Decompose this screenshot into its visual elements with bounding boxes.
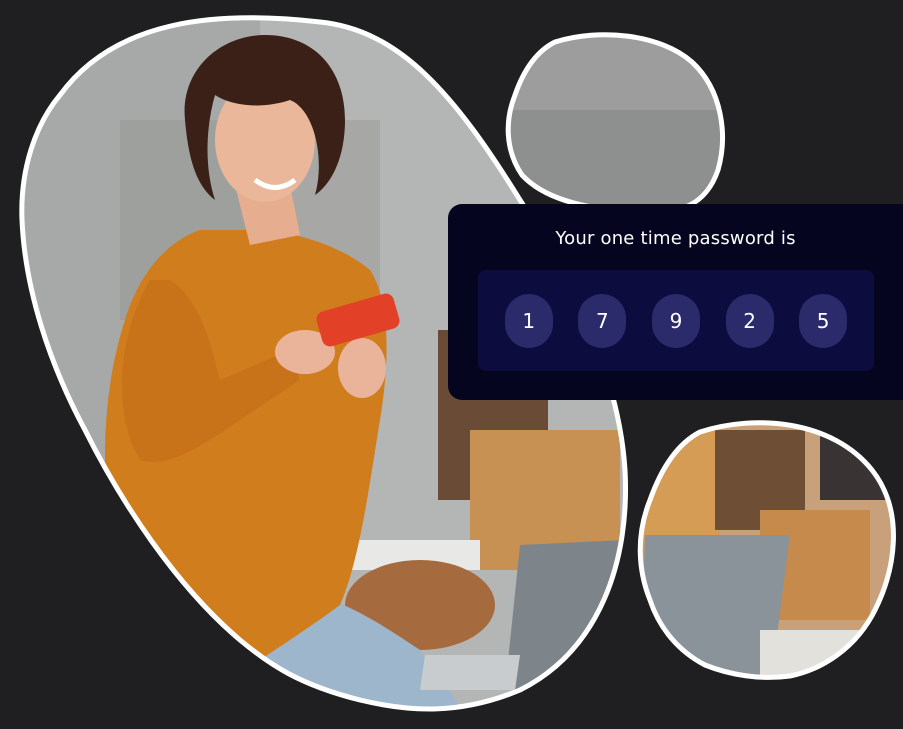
hero-illustration: Your one time password is 1 7 9 2 5: [0, 0, 903, 729]
otp-digit-3: 9: [651, 293, 700, 348]
otp-card: Your one time password is 1 7 9 2 5: [448, 204, 903, 400]
top-right-photo: [508, 34, 723, 213]
otp-title: Your one time password is: [555, 228, 796, 249]
laptop: [505, 540, 625, 690]
otp-digit-4: 2: [725, 293, 774, 348]
otp-digit-2: 7: [578, 293, 627, 348]
bottom-right-photo: [640, 422, 894, 678]
otp-digit-5: 5: [799, 293, 848, 348]
otp-digit-1: 1: [504, 293, 553, 348]
otp-digits: 1 7 9 2 5: [478, 270, 874, 371]
